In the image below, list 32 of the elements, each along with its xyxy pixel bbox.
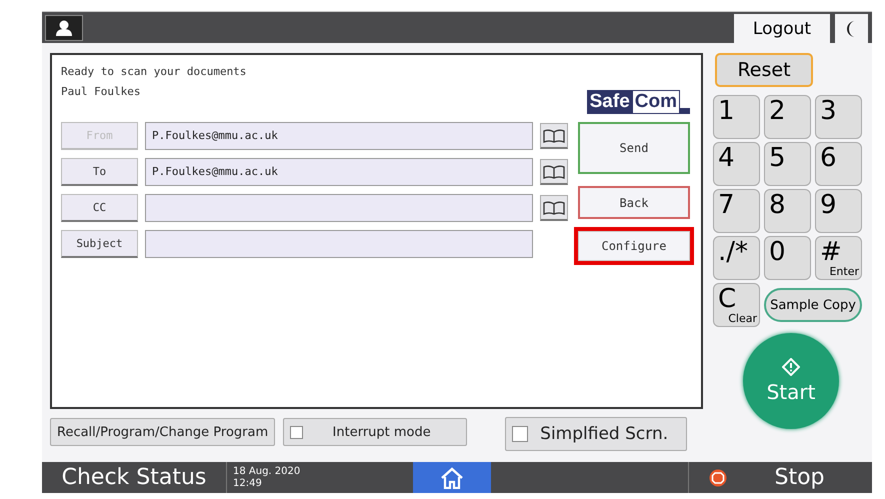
- status-message: Ready to scan your documents: [61, 64, 246, 80]
- toggle-button[interactable]: Simplfied Scrn.: [505, 417, 688, 451]
- keypad-key[interactable]: 2: [764, 95, 811, 139]
- keypad-key[interactable]: 6: [815, 142, 862, 186]
- toggle-button[interactable]: Interrupt mode: [283, 418, 468, 446]
- keypad-key[interactable]: C Clear: [713, 283, 760, 327]
- stop-button[interactable]: Stop: [688, 462, 872, 493]
- send-button[interactable]: Send: [578, 122, 690, 174]
- field-label-button[interactable]: CC: [61, 194, 138, 222]
- keypad-key[interactable]: 7: [713, 189, 760, 233]
- keypad-key[interactable]: 3: [815, 95, 862, 139]
- field-label-button[interactable]: To: [61, 158, 138, 186]
- reset-button[interactable]: Reset: [715, 53, 813, 87]
- date-text: 18 Aug. 2020: [233, 466, 302, 478]
- check-status-button[interactable]: Check Status: [42, 462, 227, 493]
- keypad-key[interactable]: 0: [764, 236, 811, 280]
- field-label-button[interactable]: Subject: [61, 230, 138, 258]
- logout-button[interactable]: Logout: [734, 14, 830, 43]
- keypad-key[interactable]: 5: [764, 142, 811, 186]
- status-message: Paul Foulkes: [61, 84, 142, 100]
- safecom-logo: Safe Com: [586, 90, 690, 114]
- recall-program-button[interactable]: Recall/Program/Change Program: [50, 418, 276, 446]
- input-field[interactable]: P.Foulkes@mmu.ac.uk: [145, 158, 533, 186]
- keypad-key[interactable]: 9: [815, 189, 862, 233]
- back-button[interactable]: Back: [578, 186, 690, 219]
- keypad-key[interactable]: # Enter: [815, 236, 862, 280]
- keypad-key[interactable]: 4: [713, 142, 760, 186]
- keypad-key[interactable]: ./*: [713, 236, 760, 280]
- time-text: 12:49: [233, 478, 263, 490]
- keypad-key[interactable]: 1: [713, 95, 760, 139]
- keypad-key[interactable]: 8: [764, 189, 811, 233]
- sample-copy-button[interactable]: Sample Copy: [764, 288, 862, 322]
